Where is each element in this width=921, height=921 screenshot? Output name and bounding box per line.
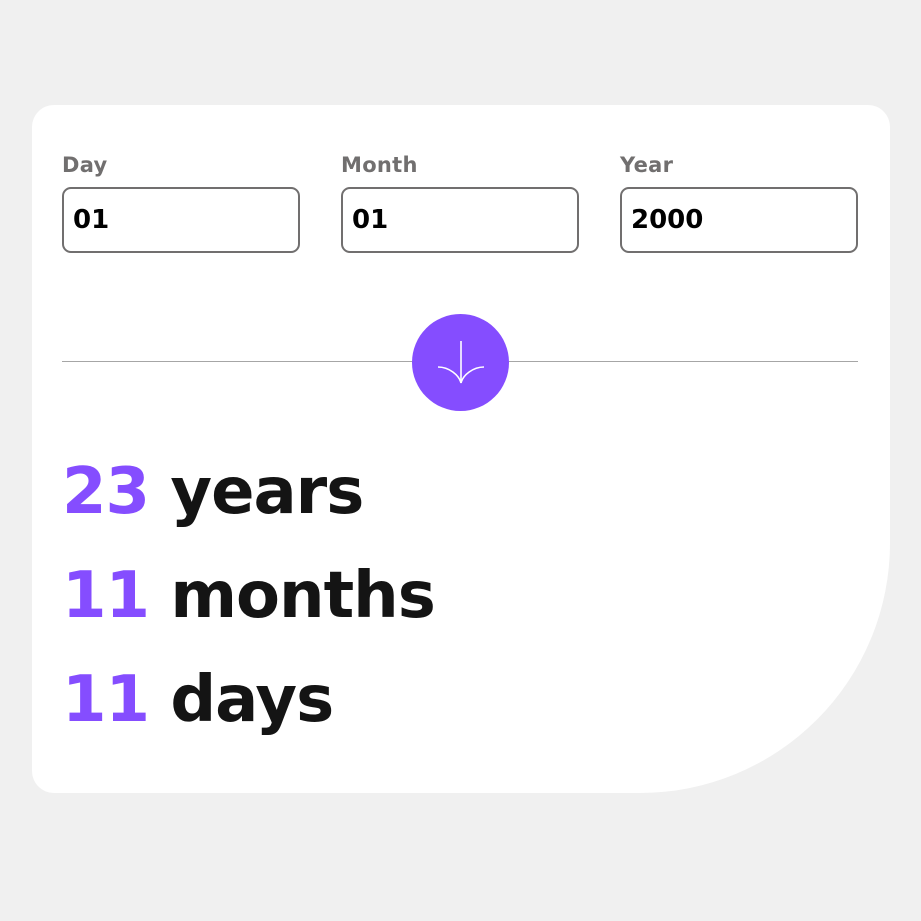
years-result: 23 years [62,440,435,544]
days-value: 11 [62,663,150,737]
days-unit: days [170,663,334,737]
year-field: Year [620,153,858,253]
day-label: Day [62,153,108,177]
month-field: Month [341,153,579,253]
months-result: 11 months [62,544,436,648]
results-panel: 23 years 11 months 11 days [62,440,436,752]
months-value: 11 [62,559,150,633]
year-label: Year [620,153,674,177]
arrow-down-icon [437,340,484,383]
calculate-button[interactable] [412,314,509,411]
days-result: 11 days [62,648,435,752]
month-label: Month [341,153,418,177]
months-unit: months [170,559,435,633]
date-input-group: Day Month Year [62,153,858,253]
month-input[interactable] [341,187,579,253]
year-input[interactable] [620,187,858,253]
day-field: Day [62,153,300,253]
day-input[interactable] [62,187,300,253]
years-value: 23 [62,455,150,529]
years-unit: years [170,455,364,529]
age-calculator-card: Day Month Year 23 years 11 months 11 [32,105,890,793]
